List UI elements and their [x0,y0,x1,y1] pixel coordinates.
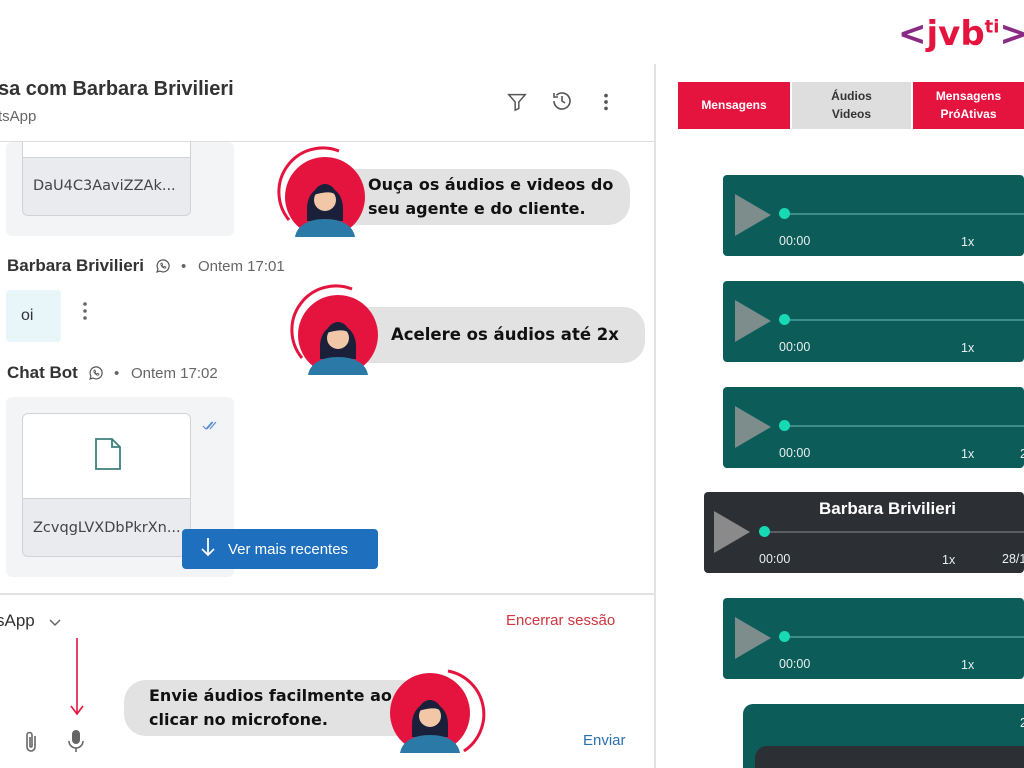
channel-selector[interactable]: sApp [0,611,62,632]
audio-player: 00:00 1x [723,598,1024,679]
progress-track[interactable] [764,531,1024,533]
speed-toggle[interactable]: 1x [961,447,974,461]
message-time: Ontem 17:01 [198,258,285,275]
play-icon[interactable] [735,300,771,342]
agent-avatar [386,665,486,763]
progress-knob[interactable] [759,526,770,537]
callout-text: Envie áudios facilmente ao clicar no mic… [149,686,392,729]
send-button[interactable]: Enviar [583,732,626,749]
audio-date: 28/1 [1002,552,1024,566]
elapsed-time: 00:00 [779,340,811,354]
file-attachment[interactable]: ZcvqgLVXDbPkrXn... [22,413,191,557]
audio-player: 00:00 1x [723,281,1024,362]
callout-microphone: Envie áudios facilmente ao clicar no mic… [124,680,424,736]
message-time: Ontem 17:02 [131,365,218,382]
file-name: ZcvqgLVXDbPkrXn... [33,520,181,536]
message-options-icon[interactable] [76,300,94,327]
progress-knob[interactable] [779,208,790,219]
elapsed-time: 00:00 [779,234,811,248]
audio-player: 00:00 1x [723,175,1024,256]
speed-toggle[interactable]: 1x [961,341,974,355]
document-icon [94,437,122,476]
audio-player-active: Barbara Brivilieri 00:00 1x 28/1 [704,492,1024,573]
progress-track[interactable] [784,636,1024,638]
elapsed-time: 00:00 [759,552,791,566]
tab-mensagens[interactable]: Mensagens [678,82,790,129]
audio-player-inner [755,746,1024,768]
message-text: oi [21,307,34,324]
tab-mensagens-proativas[interactable]: Mensagens PróAtivas [913,82,1024,129]
progress-knob[interactable] [779,314,790,325]
play-icon[interactable] [735,406,771,448]
progress-track[interactable] [784,425,1024,427]
footer-divider [0,593,655,595]
speed-toggle[interactable]: 1x [942,553,955,567]
progress-track[interactable] [784,319,1024,321]
file-attachment[interactable]: DaU4C3AaviZZAk... [22,142,191,216]
panel-divider [654,64,656,768]
elapsed-time: 00:00 [779,657,811,671]
callout-text: Ouça os áudios e videos do seu agente e … [368,175,614,218]
conversation-channel: tsApp [0,108,37,125]
elapsed-time: 00:00 [779,446,811,460]
microphone-icon[interactable] [67,729,85,760]
whatsapp-icon [154,257,172,280]
whatsapp-icon [87,364,105,387]
speed-toggle[interactable]: 1x [961,658,974,672]
channel-label: sApp [0,611,35,630]
agent-avatar [271,145,365,239]
filter-icon[interactable] [504,89,530,115]
double-check-icon [202,418,217,436]
chevron-down-icon [49,612,62,632]
progress-track[interactable] [784,213,1024,215]
conversation-title: sa com Barbara Brivilieri [0,78,234,100]
end-session-button[interactable]: Encerrar sessão [506,612,615,629]
separator-dot: • [114,365,120,382]
callout-text: Acelere os áudios até 2x [391,324,619,344]
more-vertical-icon[interactable] [593,89,619,115]
agent-avatar [284,283,378,377]
attachment-icon[interactable] [22,730,40,759]
arrow-down-annotation-icon [69,638,85,721]
file-name: DaU4C3AaviZZAk... [33,178,176,194]
play-icon[interactable] [735,617,771,659]
sender-name: Chat Bot [7,363,78,382]
history-icon[interactable] [549,88,575,114]
sender-name: Barbara Brivilieri [7,256,145,275]
arrow-down-icon [200,537,216,561]
see-newer-label: Ver mais recentes [228,540,349,558]
speed-toggle[interactable]: 1x [961,235,974,249]
progress-knob[interactable] [779,420,790,431]
jvbti-logo: <jvbti> [898,14,1024,54]
play-icon[interactable] [714,511,750,553]
separator-dot: • [181,258,187,275]
audio-date: 2 [1020,447,1024,461]
progress-knob[interactable] [779,631,790,642]
audio-player: 2 [743,704,1024,768]
play-icon[interactable] [735,194,771,236]
audio-player: 00:00 1x 2 [723,387,1024,468]
see-newer-button[interactable]: Ver mais recentes [182,529,378,569]
audio-label: 2 [1020,716,1024,730]
tab-audios-videos[interactable]: Áudios Videos [792,82,911,129]
audio-author: Barbara Brivilieri [819,499,957,518]
message-bubble: oi [6,290,61,342]
